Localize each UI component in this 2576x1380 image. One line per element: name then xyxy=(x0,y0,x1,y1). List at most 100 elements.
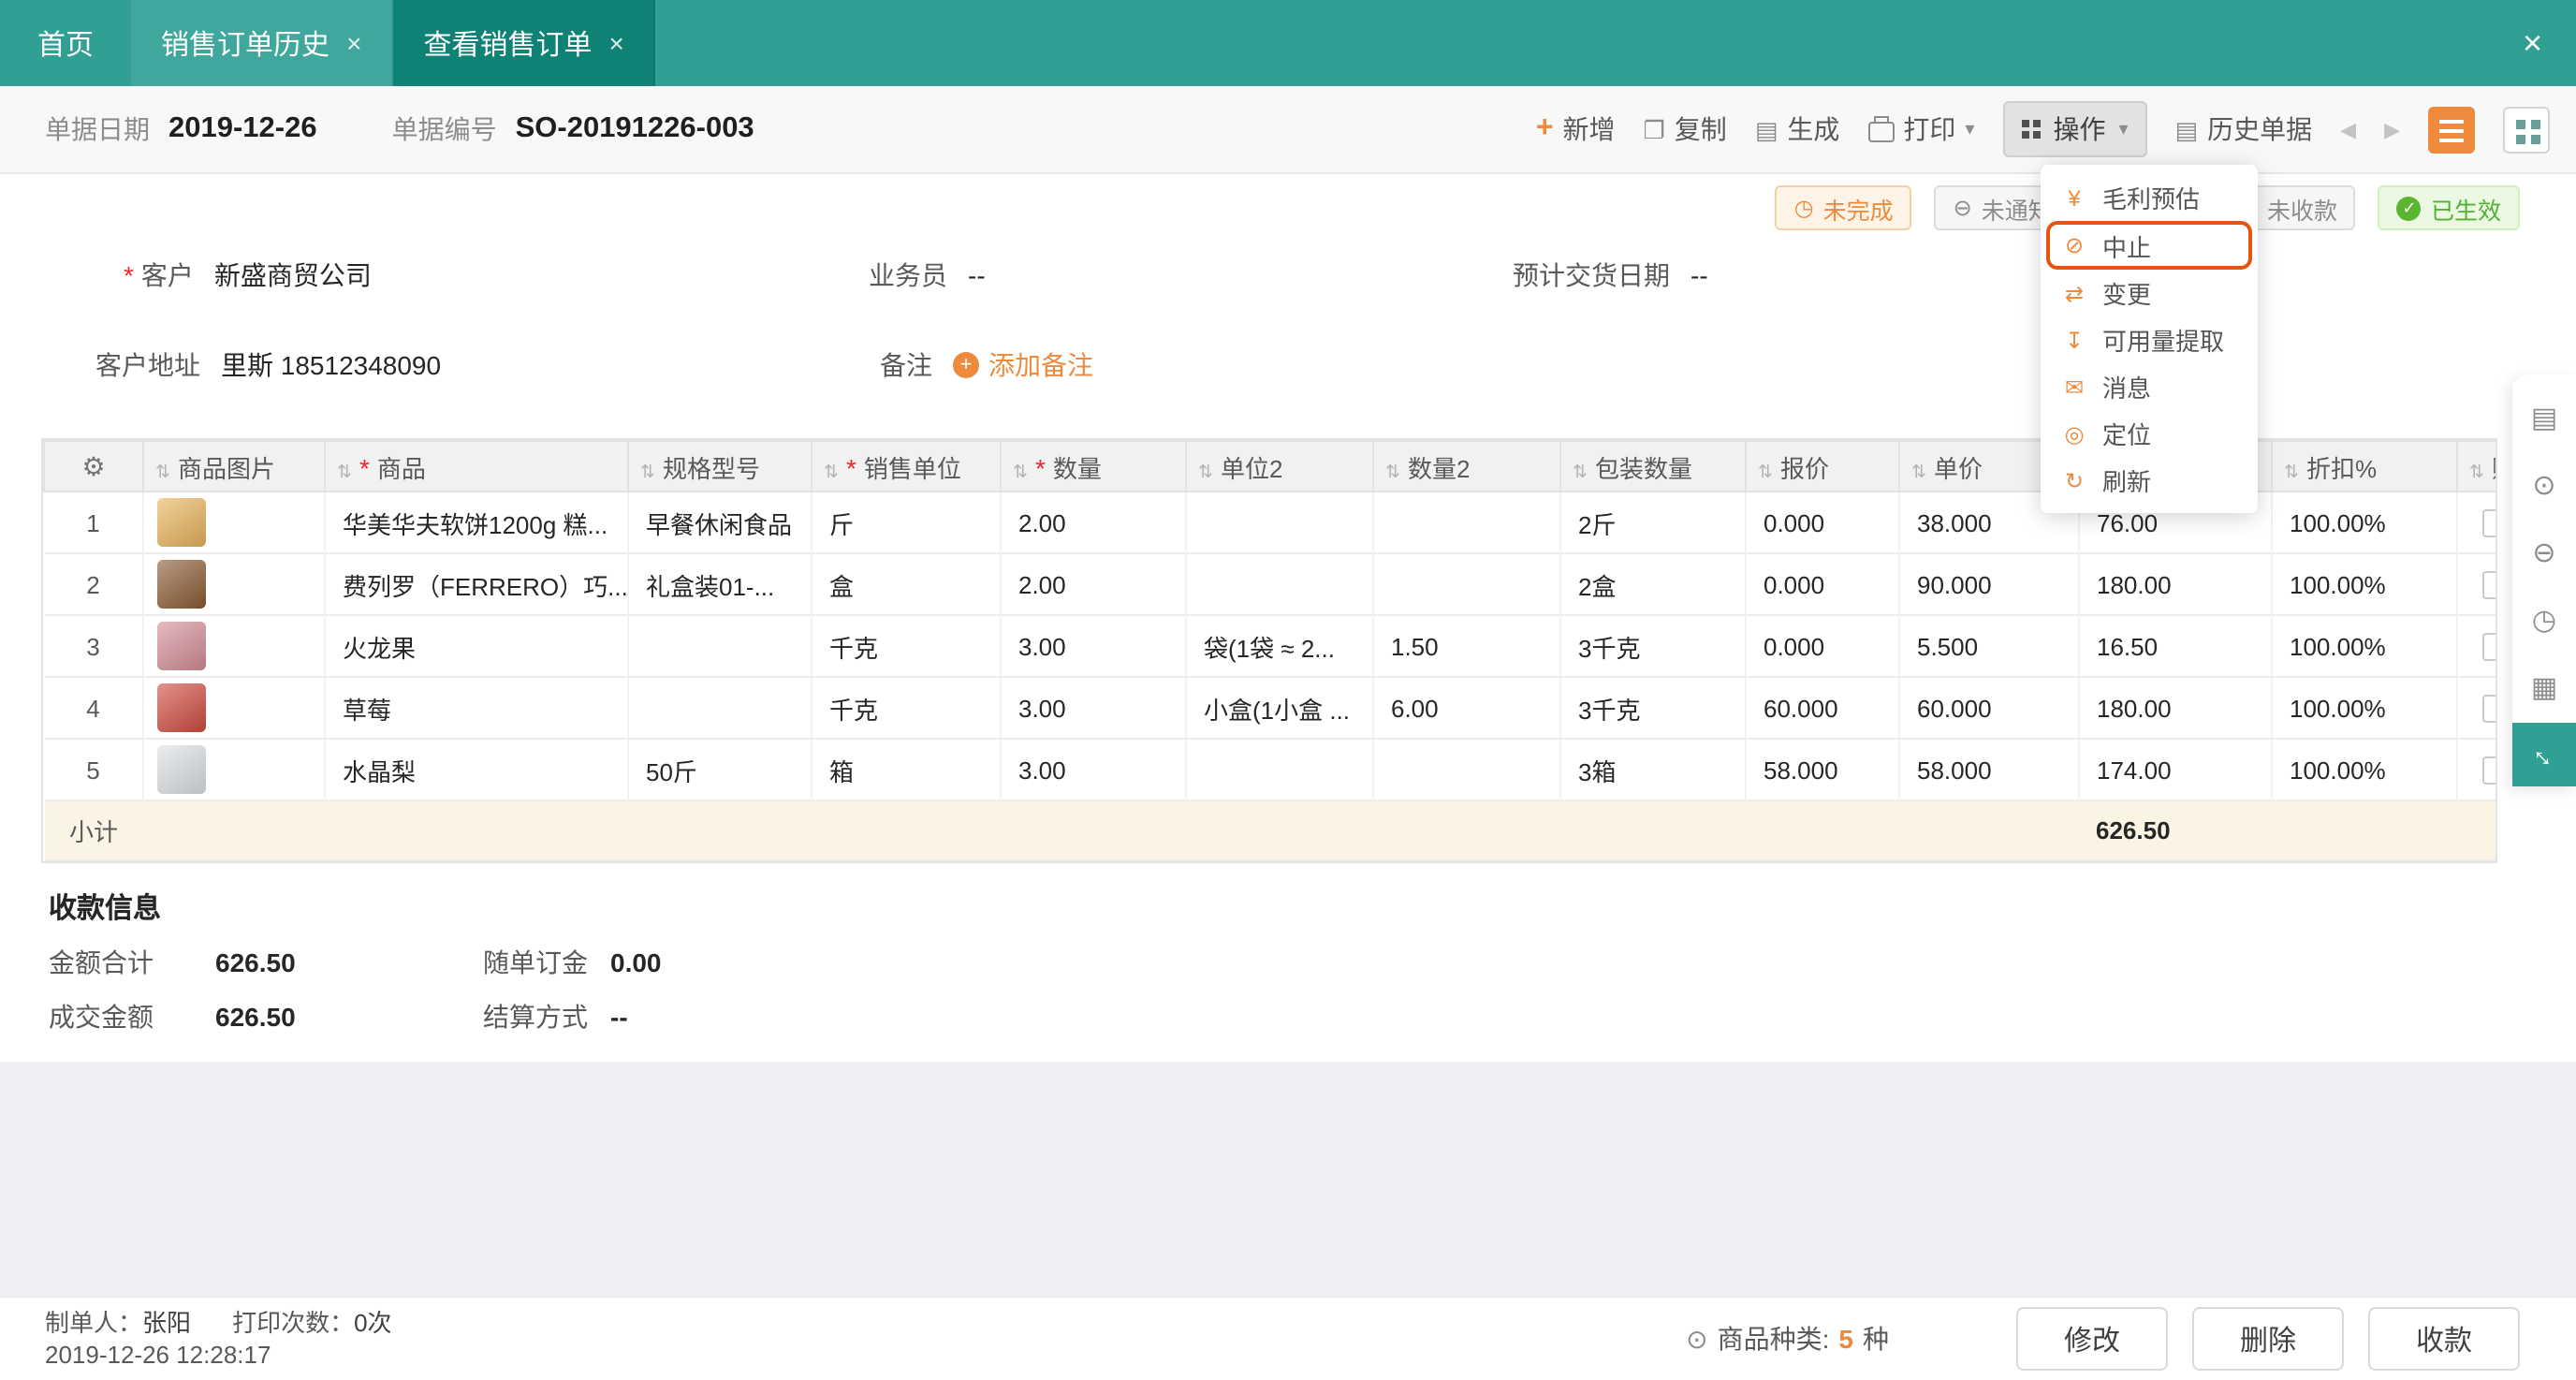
close-tab-icon[interactable]: × xyxy=(608,28,623,58)
cell-quote: 0.000 xyxy=(1746,615,1900,678)
subtotal-cell xyxy=(143,800,325,861)
menu-item-available-quantity-extract[interactable]: ↧ 可用量提取 xyxy=(2041,316,2258,363)
cell-spec: 早餐休闲食品 xyxy=(628,492,812,554)
list-view-toggle[interactable] xyxy=(2428,106,2475,153)
customer-address-field: 客户地址 里斯 18512348090 xyxy=(95,346,441,384)
menu-item-label: 定位 xyxy=(2102,421,2152,449)
close-tab-icon[interactable]: × xyxy=(346,28,361,58)
gift-checkbox[interactable] xyxy=(2482,756,2496,785)
menu-item-refresh[interactable]: ↻ 刷新 xyxy=(2041,457,2258,504)
menu-item-gross-profit-estimate[interactable]: ¥ 毛利预估 xyxy=(2041,174,2258,221)
linked-doc-icon[interactable]: ▤ xyxy=(2512,386,2576,453)
abort-icon: ⊘ xyxy=(2064,232,2085,258)
doc-date-value: 2019-12-26 xyxy=(168,112,317,144)
column-header-包装数量[interactable]: ⇅ 包装数量 xyxy=(1559,440,1747,492)
toolbar-actions: + 新增 ❐ 复制 ▤ 生成 打印 ▾ 操作 ▾ ▤ 历史单据 ◀ ▶ xyxy=(1536,101,2550,157)
print-button[interactable]: 打印 ▾ xyxy=(1867,110,1974,148)
gift-checkbox[interactable] xyxy=(2482,695,2496,724)
deal-amount-label: 成交金额 xyxy=(49,1002,154,1032)
change-icon: ⇄ xyxy=(2064,280,2085,306)
incomplete-icon: ◷ xyxy=(1793,195,1814,221)
column-header-数量2[interactable]: ⇅ 数量2 xyxy=(1372,440,1561,492)
column-header-单位2[interactable]: ⇅ 单位2 xyxy=(1185,440,1374,492)
required-asterisk: * xyxy=(1034,452,1046,482)
add-button[interactable]: + 新增 xyxy=(1536,110,1616,148)
product-thumbnail xyxy=(157,560,206,609)
copy-button[interactable]: ❐ 复制 xyxy=(1644,110,1727,148)
generate-icon: ▤ xyxy=(1754,115,1778,143)
creator-label: 制单人： xyxy=(45,1309,143,1337)
receive-payment-button[interactable]: 收款 xyxy=(2368,1307,2520,1371)
product-thumbnail xyxy=(157,498,206,547)
subtotal-amount: 626.50 xyxy=(2079,800,2272,861)
table-settings-gear-icon[interactable]: ⚙ xyxy=(43,440,144,492)
prev-doc-arrow[interactable]: ◀ xyxy=(2340,117,2356,141)
subtotal-cell xyxy=(1186,800,1373,861)
column-header-商品图片[interactable]: ⇅ 商品图片 xyxy=(142,440,326,492)
tab-home[interactable]: 首页 xyxy=(0,0,131,86)
column-header-商品[interactable]: ⇅ * 商品 xyxy=(324,440,629,492)
customer-value: 新盛商贸公司 xyxy=(213,260,372,290)
apps-icon[interactable]: ▦ xyxy=(2512,655,2576,723)
column-header-数量[interactable]: ⇅ * 数量 xyxy=(1000,440,1187,492)
cell-unit2 xyxy=(1186,739,1374,801)
subtotal-cell xyxy=(1560,800,1746,861)
created-time: 2019-12-26 12:28:17 xyxy=(45,1341,271,1369)
sort-icon: ⇅ xyxy=(1385,462,1400,482)
subtotal-cell xyxy=(1899,800,2079,861)
next-doc-arrow[interactable]: ▶ xyxy=(2384,117,2400,141)
table-row[interactable]: 2 费列罗（FERRERO）巧... 礼盒装01-... 盒 2.00 2盒 0.000 90… xyxy=(44,553,2496,616)
menu-item-change[interactable]: ⇄ 变更 xyxy=(2041,270,2258,316)
required-asterisk: * xyxy=(845,452,856,482)
menu-item-locate[interactable]: ◎ 定位 xyxy=(2041,410,2258,457)
settlement-label: 结算方式 xyxy=(483,1002,588,1032)
cell-row-number: 1 xyxy=(44,492,144,554)
menu-item-message[interactable]: ✉ 消息 xyxy=(2041,363,2258,410)
generate-button[interactable]: ▤ 生成 xyxy=(1755,110,1840,148)
column-header-销售单位[interactable]: ⇅ * 销售单位 xyxy=(811,440,1002,492)
category-label: 商品种类: xyxy=(1717,1324,1830,1354)
tab-view-sales-order[interactable]: 查看销售订单 × xyxy=(393,0,656,86)
close-window-icon[interactable]: × xyxy=(2489,0,2576,86)
grid-view-toggle[interactable] xyxy=(2503,106,2550,153)
payment-icon[interactable]: ⊖ xyxy=(2512,521,2576,588)
bottom-bar: 制单人：张阳 打印次数：0次 2019-12-26 12:28:17 ⊙ 商品种… xyxy=(0,1296,2576,1380)
payment-info-title: 收款信息 xyxy=(49,893,162,925)
cell-spec xyxy=(628,615,812,678)
table-row[interactable]: 4 草莓 千克 3.00 小盒(1小盒 ... 6.00 3千克 60.000 60.000 18… xyxy=(44,677,2496,740)
cell-qty2 xyxy=(1373,553,1561,616)
history-clock-icon[interactable]: ◷ xyxy=(2512,588,2576,655)
bottom-actions: ⊙ 商品种类: 5 种 修改 删除 收款 xyxy=(1686,1298,2520,1380)
column-header-折扣%[interactable]: ⇅ 折扣% xyxy=(2271,440,2458,492)
cell-discount: 100.00% xyxy=(2272,677,2458,740)
cell-qty: 3.00 xyxy=(1001,739,1187,801)
column-header-赠[interactable]: ⇅赠 xyxy=(2456,440,2496,492)
doc-no-field: 单据编号 SO-20191226-003 xyxy=(392,110,754,148)
delete-button[interactable]: 删除 xyxy=(2192,1307,2344,1371)
add-remark-link[interactable]: + 添加备注 xyxy=(953,346,1093,384)
menu-item-label: 中止 xyxy=(2102,233,2152,261)
history-docs-button[interactable]: ▤ 历史单据 xyxy=(2175,110,2313,148)
table-row[interactable]: 5 水晶梨 50斤箱 3.00 3箱 58.000 58.000 174.00 100.00% xyxy=(44,739,2496,801)
cell-gift xyxy=(2457,492,2496,554)
cell-gift xyxy=(2457,677,2496,740)
gift-checkbox[interactable] xyxy=(2482,633,2496,662)
menu-item-label: 变更 xyxy=(2102,281,2152,309)
cell-product-name: 费列罗（FERRERO）巧... xyxy=(325,553,629,616)
sort-icon: ⇅ xyxy=(1758,462,1773,482)
side-tool-icons: ▤ ⊙ ⊖ ◷ ▦ xyxy=(2512,386,2576,723)
column-header-规格型号[interactable]: ⇅ 规格型号 xyxy=(627,440,812,492)
gift-checkbox[interactable] xyxy=(2482,571,2496,600)
modify-button[interactable]: 修改 xyxy=(2016,1307,2168,1371)
menu-item-abort[interactable]: ⊘ 中止 xyxy=(2046,221,2252,270)
operate-button[interactable]: 操作 ▾ xyxy=(2002,101,2147,157)
share-icon[interactable]: ⊙ xyxy=(2512,453,2576,521)
cell-product-image xyxy=(143,677,326,740)
tab-sales-order-history[interactable]: 销售订单历史 × xyxy=(131,0,394,86)
cell-product-image xyxy=(143,553,326,616)
table-row[interactable]: 3 火龙果 千克 3.00 袋(1袋 ≈ 2... 1.50 3千克 0.000 5.500 16… xyxy=(44,615,2496,678)
expand-panel-button[interactable]: ↔ xyxy=(2512,723,2576,786)
gift-checkbox[interactable] xyxy=(2482,509,2496,538)
column-header-报价[interactable]: ⇅ 报价 xyxy=(1745,440,1900,492)
column-header-label: 销售单位 xyxy=(863,454,961,482)
